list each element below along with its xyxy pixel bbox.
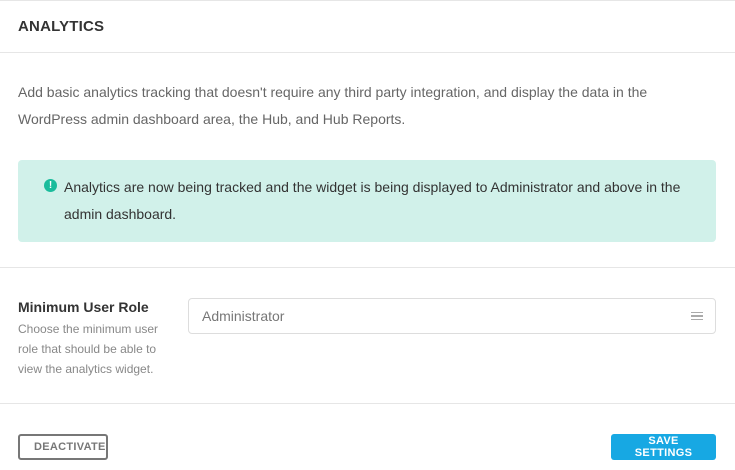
notice-text: Analytics are now being tracked and the …: [64, 179, 681, 222]
setting-field-column: Administrator: [188, 298, 716, 379]
save-settings-button[interactable]: SAVE SETTINGS: [611, 434, 716, 460]
panel-title: ANALYTICS: [18, 18, 105, 35]
success-notice: ! Analytics are now being tracked and th…: [18, 160, 716, 242]
user-role-select-value: Administrator: [202, 308, 285, 324]
panel-header: ANALYTICS: [0, 1, 735, 53]
analytics-panel: ANALYTICS Add basic analytics tracking t…: [0, 0, 735, 470]
setting-label: Minimum User Role: [18, 299, 149, 315]
menu-lines-icon: [691, 311, 703, 321]
analytics-description: Add basic analytics tracking that doesn'…: [18, 84, 648, 127]
setting-label-column: Minimum User Role Choose the minimum use…: [18, 298, 188, 379]
setting-help-text: Choose the minimum user role that should…: [18, 322, 159, 376]
panel-footer: DEACTIVATE SAVE SETTINGS: [0, 404, 735, 460]
deactivate-button[interactable]: DEACTIVATE: [18, 434, 108, 460]
user-role-select[interactable]: Administrator: [188, 298, 716, 334]
info-icon: !: [44, 179, 57, 192]
panel-body: Add basic analytics tracking that doesn'…: [0, 79, 735, 242]
setting-row-min-role: Minimum User Role Choose the minimum use…: [0, 268, 735, 403]
